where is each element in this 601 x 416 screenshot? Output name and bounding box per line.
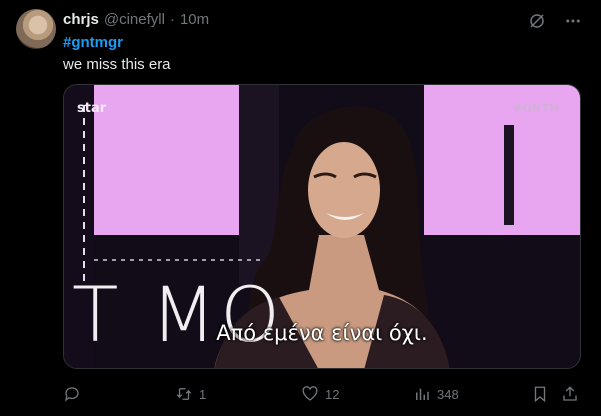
header-actions: [527, 11, 583, 31]
share-icon: [561, 385, 579, 403]
more-icon[interactable]: [563, 11, 583, 31]
views-icon: [413, 385, 431, 403]
share-button[interactable]: [561, 385, 579, 403]
hashtag-link[interactable]: #gntmgr: [63, 33, 123, 52]
views-button[interactable]: 348: [413, 385, 459, 403]
like-button[interactable]: 12: [301, 385, 339, 403]
bookmark-icon: [531, 385, 549, 403]
tweet-actions: 1 12 348: [63, 385, 581, 405]
tweet-media[interactable]: star #GNTM T MO Από εμένα είναι όχι.: [63, 84, 581, 369]
tweet-header: chrjs @cinefyll · 10m: [63, 11, 209, 29]
repost-button[interactable]: 1: [175, 385, 206, 403]
display-name[interactable]: chrjs: [63, 11, 99, 29]
heart-icon: [301, 385, 319, 403]
bookmark-button[interactable]: [531, 385, 549, 403]
channel-logo: star: [77, 101, 107, 116]
set-background-letters: T MO: [72, 270, 284, 359]
tweet-text: we miss this era: [63, 56, 171, 73]
grok-icon[interactable]: [527, 11, 547, 31]
separator: ·: [169, 11, 175, 28]
avatar[interactable]: [16, 9, 56, 49]
like-count: 12: [325, 386, 340, 402]
views-count: 348: [437, 386, 459, 402]
user-handle[interactable]: @cinefyll: [104, 11, 165, 29]
timestamp[interactable]: 10m: [180, 11, 209, 29]
video-subtitle: Από εμένα είναι όχι.: [216, 321, 428, 345]
show-hashtag-watermark: #GNTM: [512, 102, 560, 115]
tweet[interactable]: chrjs @cinefyll · 10m #gntmgr we miss th…: [0, 0, 601, 416]
reply-icon: [63, 385, 81, 403]
repost-count: 1: [199, 386, 207, 402]
reply-button[interactable]: [63, 385, 87, 403]
repost-icon: [175, 385, 193, 403]
